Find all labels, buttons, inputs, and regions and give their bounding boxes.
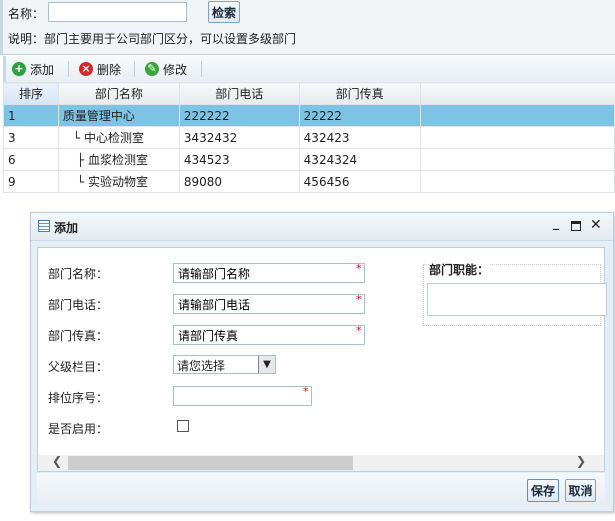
cell: 456456 — [298, 170, 421, 193]
cell: 6 — [3, 148, 59, 171]
cell: 质量管理中心 — [57, 104, 180, 127]
cell: 222222 — [178, 104, 300, 127]
search-button[interactable]: 检索 — [208, 1, 240, 23]
phone-label: 部门电话： — [48, 298, 109, 312]
maximize-icon[interactable] — [571, 221, 581, 231]
parent-label: 父级栏目： — [48, 360, 109, 374]
cell: 4324324 — [298, 148, 421, 171]
search-panel: 名称： 检索 说明：部门主要用于公司部门区分，可以设置多级部门 — [0, 0, 615, 55]
cell — [419, 170, 615, 193]
required-mark: * — [303, 385, 309, 398]
search-label: 名称： — [8, 7, 45, 21]
minimize-icon[interactable]: _ — [553, 216, 559, 230]
table-row[interactable]: 6 ├ 血浆检测室 434523 4324324 — [3, 148, 615, 171]
header-phone[interactable]: 部门电话 — [178, 82, 300, 105]
dialog-body: 部门名称： * 部门电话： * 部门传真： * 父级栏目： 请您选择 ▼ 排位序… — [37, 247, 607, 472]
cell: 434523 — [178, 148, 300, 171]
plus-icon: + — [12, 62, 26, 76]
required-mark: * — [356, 293, 362, 306]
fax-input[interactable] — [173, 325, 365, 345]
header-name[interactable]: 部门名称 — [57, 82, 180, 105]
cell: 432423 — [298, 126, 421, 149]
add-label: 添加 — [30, 62, 55, 77]
dialog-titlebar[interactable]: 添加 _ ✕ — [31, 213, 613, 241]
delete-button[interactable]: × 删除 — [79, 60, 121, 78]
header-order[interactable]: 排序 — [3, 82, 59, 105]
description-text: 说明：部门主要用于公司部门区分，可以设置多级部门 — [8, 32, 297, 46]
table-row[interactable]: 9 └ 实验动物室 89080 456456 — [3, 170, 615, 193]
search-input[interactable] — [48, 2, 187, 22]
header-fax[interactable]: 部门传真 — [298, 82, 421, 105]
enabled-checkbox[interactable] — [177, 420, 189, 432]
divider — [201, 61, 202, 77]
name-label: 部门名称： — [48, 267, 109, 281]
department-table: 排序 部门名称 部门电话 部门传真 1 质量管理中心 222222 22222 3 └ … — [3, 82, 615, 193]
cell: └ 中心检测室 — [57, 126, 180, 149]
edit-button[interactable]: ✎ 修改 — [145, 60, 187, 78]
chevron-down-icon[interactable]: ▼ — [258, 356, 275, 373]
function-fieldset: 部门职能： — [423, 261, 607, 326]
edit-label: 修改 — [163, 62, 188, 77]
phone-input[interactable] — [173, 294, 365, 314]
add-button[interactable]: + 添加 — [12, 60, 54, 78]
cell: 89080 — [178, 170, 300, 193]
name-input[interactable] — [173, 263, 365, 283]
add-dialog: 添加 _ ✕ 部门名称： * 部门电话： * 部门传真： * 父级栏目： 请您选… — [30, 212, 614, 512]
function-label: 部门职能： — [429, 261, 490, 278]
cell: 3432432 — [178, 126, 300, 149]
divider — [134, 61, 135, 77]
order-label: 排位序号： — [48, 391, 109, 405]
toolbar: + 添加 × 删除 ✎ 修改 — [3, 56, 615, 82]
header-filler — [419, 82, 615, 105]
cell: 22222 — [298, 104, 421, 127]
cell: 1 — [3, 104, 59, 127]
save-button[interactable]: 保存 — [527, 479, 559, 502]
close-icon[interactable]: ✕ — [590, 217, 602, 233]
delete-label: 删除 — [97, 62, 122, 77]
dialog-title: 添加 — [54, 221, 79, 235]
required-mark: * — [356, 324, 362, 337]
enabled-label: 是否启用： — [48, 422, 109, 436]
cancel-button[interactable]: 取消 — [565, 479, 596, 502]
cell: ├ 血浆检测室 — [57, 148, 180, 171]
cell: 9 — [3, 170, 59, 193]
chevron-right-icon[interactable]: ❯ — [576, 454, 586, 468]
parent-select-value: 请您选择 — [177, 359, 226, 373]
table-header: 排序 部门名称 部门电话 部门传真 — [3, 82, 615, 105]
fax-label: 部门传真： — [48, 329, 109, 343]
cell: └ 实验动物室 — [57, 170, 180, 193]
cell — [419, 148, 615, 171]
cell: 3 — [3, 126, 59, 149]
divider — [68, 61, 69, 77]
chevron-left-icon[interactable]: ❮ — [52, 454, 62, 468]
dialog-footer: 保存 取消 — [37, 473, 605, 509]
scrollbar-thumb[interactable] — [68, 456, 353, 470]
pencil-icon: ✎ — [145, 62, 159, 76]
order-input[interactable] — [173, 386, 312, 406]
horizontal-scrollbar[interactable]: ❮ ❯ — [38, 454, 604, 471]
delete-icon: × — [79, 62, 93, 76]
form-icon — [38, 220, 50, 232]
parent-select[interactable]: 请您选择 ▼ — [173, 355, 276, 374]
required-mark: * — [356, 262, 362, 275]
cell — [419, 104, 615, 127]
table-row[interactable]: 1 质量管理中心 222222 22222 — [3, 104, 615, 127]
function-textarea[interactable] — [427, 283, 607, 316]
table-row[interactable]: 3 └ 中心检测室 3432432 432423 — [3, 126, 615, 149]
cell — [419, 126, 615, 149]
